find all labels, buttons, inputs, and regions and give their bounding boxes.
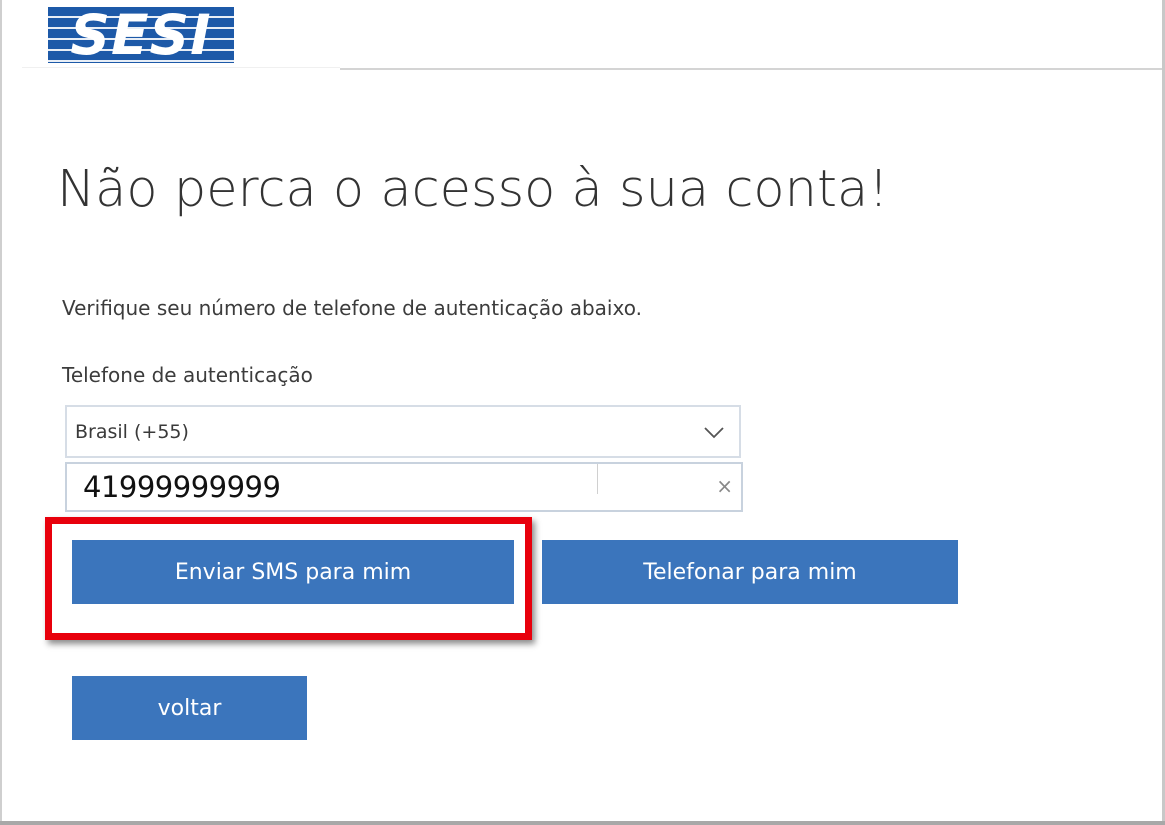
back-button[interactable]: voltar <box>72 676 307 740</box>
page-title: Não perca o acesso à sua conta! <box>57 160 889 219</box>
call-me-button[interactable]: Telefonar para mim <box>542 540 958 604</box>
logo-text: SESI <box>70 7 212 63</box>
country-code-value: Brasil (+55) <box>75 421 189 443</box>
text-cursor-marker <box>597 464 598 494</box>
sesi-logo: SESI <box>48 7 234 63</box>
send-sms-button[interactable]: Enviar SMS para mim <box>72 540 514 604</box>
phone-field-label: Telefone de autenticação <box>62 363 313 387</box>
window-border-left <box>0 0 2 825</box>
close-icon[interactable]: × <box>716 475 733 497</box>
window-border-bottom <box>0 821 1165 825</box>
header-divider-right <box>340 68 1162 70</box>
instruction-text: Verifique seu número de telefone de aute… <box>62 296 642 320</box>
phone-number-input[interactable]: 41999999999 × <box>65 462 743 512</box>
chevron-down-icon <box>704 427 724 439</box>
phone-number-value: 41999999999 <box>83 470 281 504</box>
country-code-select[interactable]: Brasil (+55) <box>65 405 741 458</box>
auth-page: SESI Não perca o acesso à sua conta! Ver… <box>0 0 1165 825</box>
header-divider <box>22 67 340 68</box>
